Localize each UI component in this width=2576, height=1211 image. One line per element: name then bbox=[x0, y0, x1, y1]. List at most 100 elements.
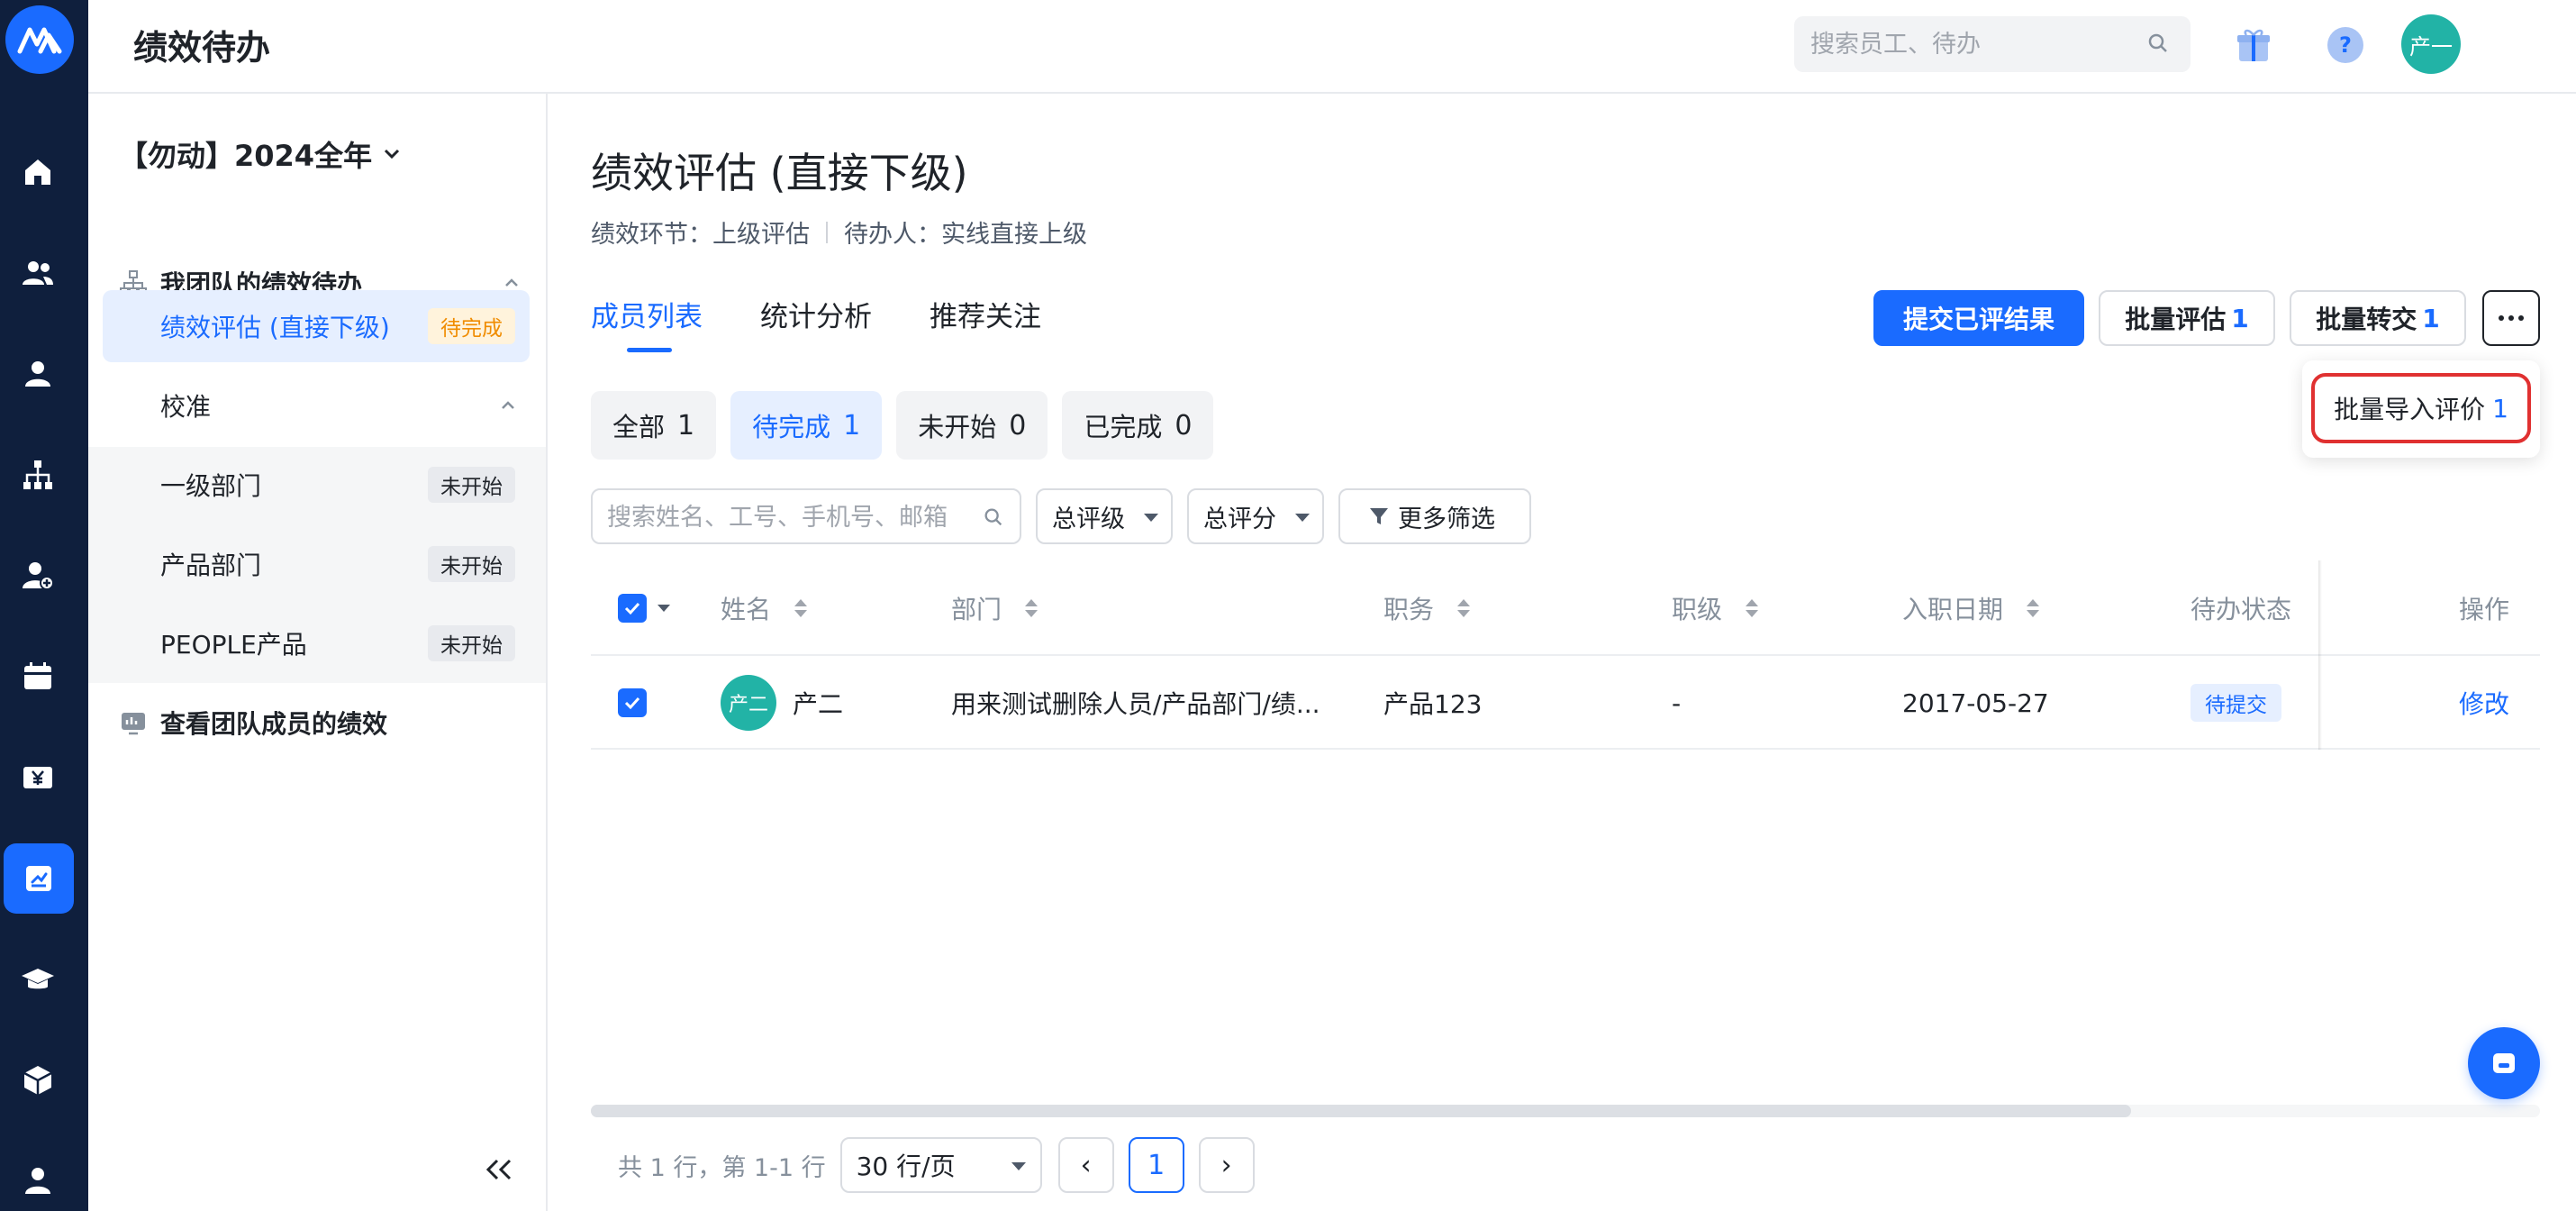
page-title: 绩效评估 (直接下级) bbox=[591, 149, 968, 197]
tab-recommended[interactable]: 推荐关注 bbox=[930, 294, 1041, 352]
collapse-sidebar-button[interactable] bbox=[477, 1148, 521, 1191]
search-icon[interactable] bbox=[982, 505, 1005, 529]
filter-label: 已完成 bbox=[1084, 412, 1163, 442]
avatar[interactable]: 产二 bbox=[721, 675, 776, 731]
edit-link[interactable]: 修改 bbox=[2459, 685, 2509, 721]
fixed-column-shadow bbox=[2318, 560, 2322, 750]
prev-page-button[interactable]: ‹ bbox=[1057, 1137, 1114, 1193]
filter-not-started[interactable]: 未开始 0 bbox=[896, 391, 1048, 460]
submit-results-button[interactable]: 提交已评结果 bbox=[1873, 290, 2084, 346]
score-filter-select[interactable]: 总评分 bbox=[1187, 488, 1324, 544]
sidebar-item-label: PEOPLE产品 bbox=[160, 630, 307, 660]
floating-help-button[interactable] bbox=[2468, 1027, 2540, 1099]
help-icon[interactable]: ? bbox=[2324, 23, 2367, 67]
menu-item-batch-import[interactable]: 批量导入评价 1 bbox=[2311, 373, 2531, 443]
column-hire-date[interactable]: 入职日期 bbox=[1902, 560, 2040, 656]
caret-down-icon bbox=[1011, 1162, 1026, 1170]
learning-icon[interactable] bbox=[17, 959, 59, 1000]
row-checkbox[interactable] bbox=[618, 688, 647, 717]
column-status: 待办状态 bbox=[2191, 560, 2291, 656]
status-cell: 待提交 bbox=[2191, 656, 2281, 750]
more-filters-button[interactable]: 更多筛选 bbox=[1338, 488, 1531, 544]
performance-icon[interactable] bbox=[4, 843, 74, 914]
column-level[interactable]: 职级 bbox=[1672, 560, 1759, 656]
gift-icon[interactable] bbox=[2232, 23, 2275, 67]
chevron-up-icon[interactable] bbox=[497, 395, 519, 416]
batch-evaluate-button[interactable]: 批量评估 1 bbox=[2099, 290, 2275, 346]
hire-date-cell: 2017-05-27 bbox=[1902, 687, 2049, 718]
global-search[interactable] bbox=[1794, 16, 2191, 72]
sidebar-item-label: 一级部门 bbox=[160, 471, 262, 501]
column-header-label: 职务 bbox=[1383, 595, 1435, 624]
sort-icon[interactable] bbox=[1457, 599, 1471, 617]
search-icon[interactable] bbox=[2145, 31, 2171, 56]
more-actions-menu: 批量导入评价 1 bbox=[2302, 360, 2540, 458]
column-name[interactable]: 姓名 bbox=[721, 560, 808, 656]
grade-filter-label: 总评级 bbox=[1052, 505, 1125, 533]
sidebar-item-dept-product[interactable]: 产品部门 未开始 bbox=[103, 528, 530, 600]
table-row[interactable]: 产二 产二 用来测试删除人员/产品部门/绩... 产品123 - 2017-05… bbox=[591, 656, 2540, 750]
more-filters-label: 更多筛选 bbox=[1398, 505, 1495, 533]
score-filter-label: 总评分 bbox=[1203, 505, 1276, 533]
caret-down-icon[interactable] bbox=[658, 605, 670, 612]
status-badge: 待完成 bbox=[428, 308, 515, 344]
select-all-checkbox[interactable] bbox=[618, 594, 647, 623]
batch-import-label: 批量导入评价 bbox=[2334, 395, 2486, 424]
batch-transfer-button[interactable]: 批量转交 1 bbox=[2290, 290, 2466, 346]
sidebar-item-calibration[interactable]: 校准 bbox=[103, 369, 530, 442]
package-icon[interactable] bbox=[17, 1060, 59, 1101]
meta-owner: 实线直接上级 bbox=[941, 221, 1087, 249]
profile-icon[interactable] bbox=[17, 1161, 59, 1202]
column-position[interactable]: 职务 bbox=[1383, 560, 1471, 656]
column-header-label: 入职日期 bbox=[1902, 595, 2004, 624]
employee-name[interactable]: 产二 bbox=[793, 685, 843, 721]
status-badge: 待提交 bbox=[2191, 684, 2281, 722]
status-badge: 未开始 bbox=[428, 546, 515, 582]
filter-label: 未开始 bbox=[918, 412, 997, 442]
sidebar-item-people-product[interactable]: PEOPLE产品 未开始 bbox=[103, 607, 530, 679]
sort-icon[interactable] bbox=[1746, 599, 1759, 617]
tab-member-list[interactable]: 成员列表 bbox=[591, 294, 703, 352]
person-icon[interactable] bbox=[17, 353, 59, 395]
filter-all[interactable]: 全部 1 bbox=[591, 391, 717, 460]
add-person-icon[interactable] bbox=[17, 555, 59, 596]
column-header-label: 姓名 bbox=[721, 595, 772, 624]
cycle-selector[interactable]: 【勿动】2024全年 bbox=[119, 133, 403, 175]
section-view-team[interactable]: 查看团队成员的绩效 bbox=[88, 687, 548, 759]
position-cell: 产品123 bbox=[1383, 689, 1483, 719]
salary-icon[interactable] bbox=[17, 757, 59, 798]
batch-evaluate-label: 批量评估 bbox=[2125, 305, 2227, 334]
page-size-select[interactable]: 30 行/页 bbox=[839, 1137, 1042, 1193]
home-icon[interactable] bbox=[17, 151, 59, 193]
app-logo[interactable] bbox=[5, 5, 74, 74]
select-all-column[interactable] bbox=[618, 560, 670, 656]
column-department[interactable]: 部门 bbox=[951, 560, 1039, 656]
horizontal-scrollbar[interactable] bbox=[591, 1105, 2540, 1117]
page-button-current[interactable]: 1 bbox=[1128, 1137, 1184, 1193]
grade-filter-select[interactable]: 总评级 bbox=[1036, 488, 1173, 544]
scrollbar-thumb[interactable] bbox=[591, 1105, 2131, 1117]
filter-completed[interactable]: 已完成 0 bbox=[1062, 391, 1214, 460]
sidebar-item-dept-1[interactable]: 一级部门 未开始 bbox=[103, 449, 530, 521]
table-search-input[interactable] bbox=[607, 499, 976, 535]
next-page-button[interactable]: › bbox=[1198, 1137, 1255, 1193]
table-search[interactable] bbox=[591, 488, 1021, 544]
org-chart-icon[interactable] bbox=[17, 454, 59, 496]
more-actions-button[interactable] bbox=[2482, 290, 2540, 346]
global-search-input[interactable] bbox=[1810, 25, 2135, 63]
tab-statistics[interactable]: 统计分析 bbox=[760, 294, 872, 352]
sort-icon[interactable] bbox=[1025, 599, 1039, 617]
filter-label: 待完成 bbox=[752, 412, 831, 442]
user-avatar[interactable]: 产一 bbox=[2401, 14, 2461, 74]
sort-icon[interactable] bbox=[2027, 599, 2040, 617]
calendar-icon[interactable] bbox=[17, 656, 59, 697]
app-title: 绩效待办 bbox=[133, 28, 271, 68]
filter-label: 全部 bbox=[612, 412, 666, 442]
check-icon bbox=[624, 697, 640, 710]
batch-transfer-label: 批量转交 bbox=[2316, 305, 2417, 334]
meta-stage-label: 绩效环节： bbox=[591, 221, 712, 249]
team-icon[interactable] bbox=[17, 252, 59, 294]
sort-icon[interactable] bbox=[794, 599, 808, 617]
sidebar-item-direct-eval[interactable]: 绩效评估 (直接下级) 待完成 bbox=[103, 290, 530, 362]
filter-pending[interactable]: 待完成 1 bbox=[730, 391, 883, 460]
